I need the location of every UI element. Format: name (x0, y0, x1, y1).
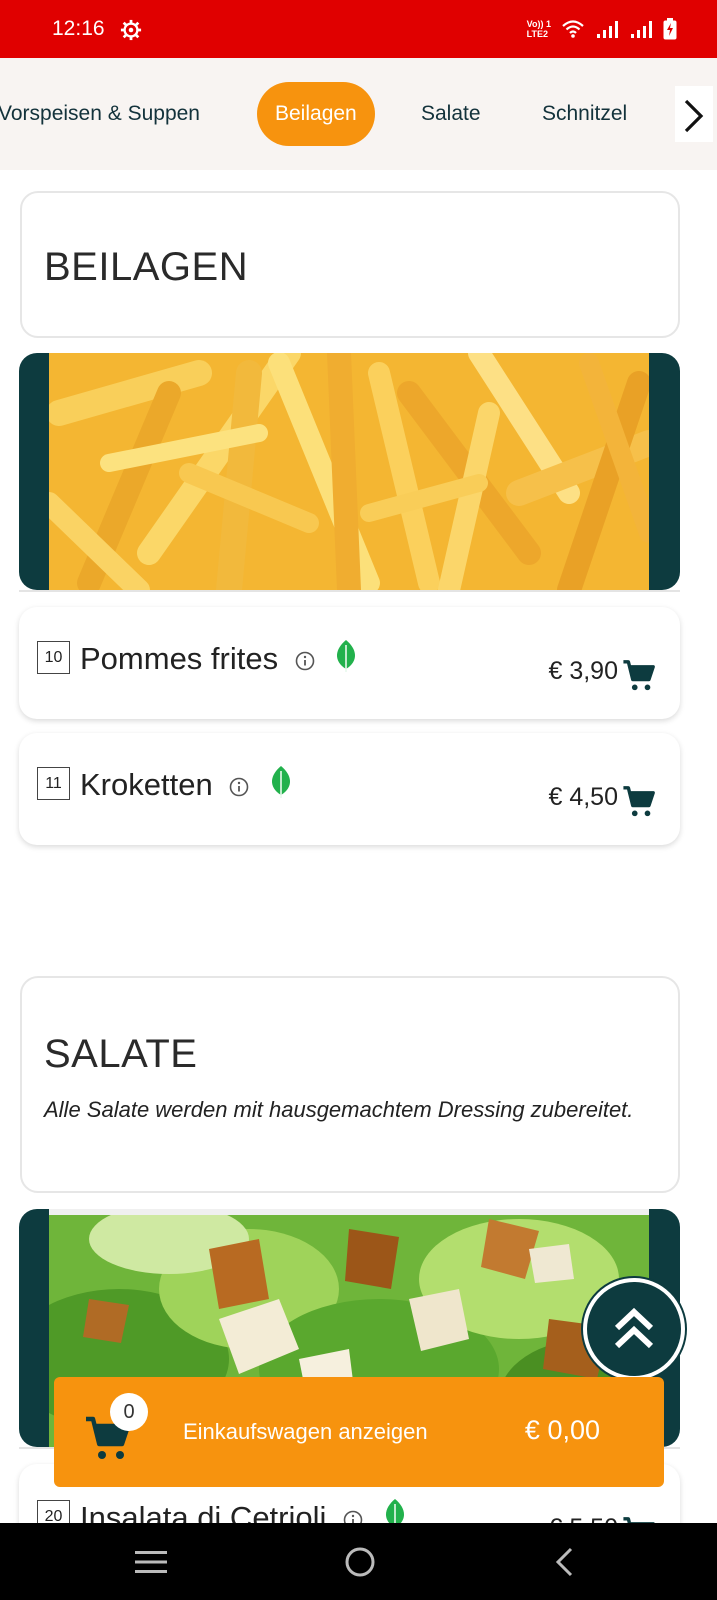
chevron-right-icon (684, 99, 704, 133)
info-icon[interactable] (229, 777, 249, 797)
view-cart-label: Einkaufswagen anzeigen (183, 1419, 428, 1444)
section-description: Alle Salate werden mit hausgemachtem Dre… (44, 1097, 634, 1122)
section-header-salate: SALATE Alle Salate werden mit hausgemach… (20, 976, 680, 1193)
cart-count-badge: 0 (110, 1393, 148, 1431)
add-to-cart-icon[interactable] (622, 785, 656, 819)
section-header-beilagen: BEILAGEN (20, 191, 680, 338)
item-name-row: Pommes frites (80, 639, 359, 677)
home-icon[interactable] (344, 1546, 376, 1578)
item-number: 10 (37, 641, 70, 674)
status-time: 12:16 (52, 17, 105, 40)
status-bar: 12:16 Vo)) 1 LTE2 (0, 0, 717, 58)
item-name: Pommes frites (80, 641, 279, 676)
nav-next-arrow[interactable] (675, 86, 713, 142)
item-name: Kroketten (80, 767, 213, 802)
category-nav: Vorspeisen & Suppen Beilagen Salate Schn… (0, 58, 717, 170)
item-price: € 4,50 (548, 783, 618, 811)
vegan-leaf-icon (271, 765, 290, 798)
view-cart-bar[interactable]: 0 Einkaufswagen anzeigen € 0,00 (54, 1377, 664, 1487)
wifi-icon (562, 20, 584, 38)
banner-beilagen (19, 353, 680, 590)
tab-vorspeisen-suppen[interactable]: Vorspeisen & Suppen (0, 82, 200, 146)
battery-charging-icon (663, 18, 677, 40)
scroll-to-top-button[interactable] (583, 1278, 685, 1380)
item-name-row: Kroketten (80, 765, 294, 803)
info-icon[interactable] (295, 651, 315, 671)
tab-salate[interactable]: Salate (421, 82, 481, 146)
system-nav-bar (0, 1523, 717, 1600)
divider (19, 590, 680, 592)
back-icon[interactable] (553, 1546, 575, 1578)
system-indicators: Vo)) 1 LTE2 (527, 18, 677, 40)
signal-1-icon (597, 21, 618, 38)
section-title: SALATE (44, 1032, 198, 1076)
item-number: 11 (37, 767, 70, 800)
network-label: Vo)) 1 LTE2 (527, 19, 551, 39)
settings-gear-icon (120, 19, 142, 41)
vegan-leaf-icon (337, 639, 356, 672)
cart-total: € 0,00 (524, 1415, 600, 1445)
network-label-top: Vo)) 1 (526, 19, 551, 29)
product-card-pommes-frites[interactable]: 10 Pommes frites € 3,90 (19, 607, 680, 719)
product-card-kroketten[interactable]: 11 Kroketten € 4,50 (19, 733, 680, 845)
double-chevron-up-icon (614, 1307, 654, 1349)
tab-schnitzel[interactable]: Schnitzel (542, 82, 627, 146)
signal-2-icon (631, 21, 652, 38)
network-label-bottom: LTE2 (526, 29, 548, 39)
fries-image (49, 353, 649, 590)
item-price: € 3,90 (548, 657, 618, 685)
section-title: BEILAGEN (44, 245, 249, 289)
recent-apps-icon[interactable] (134, 1549, 168, 1575)
tab-beilagen[interactable]: Beilagen (257, 82, 375, 146)
add-to-cart-icon[interactable] (622, 659, 656, 693)
